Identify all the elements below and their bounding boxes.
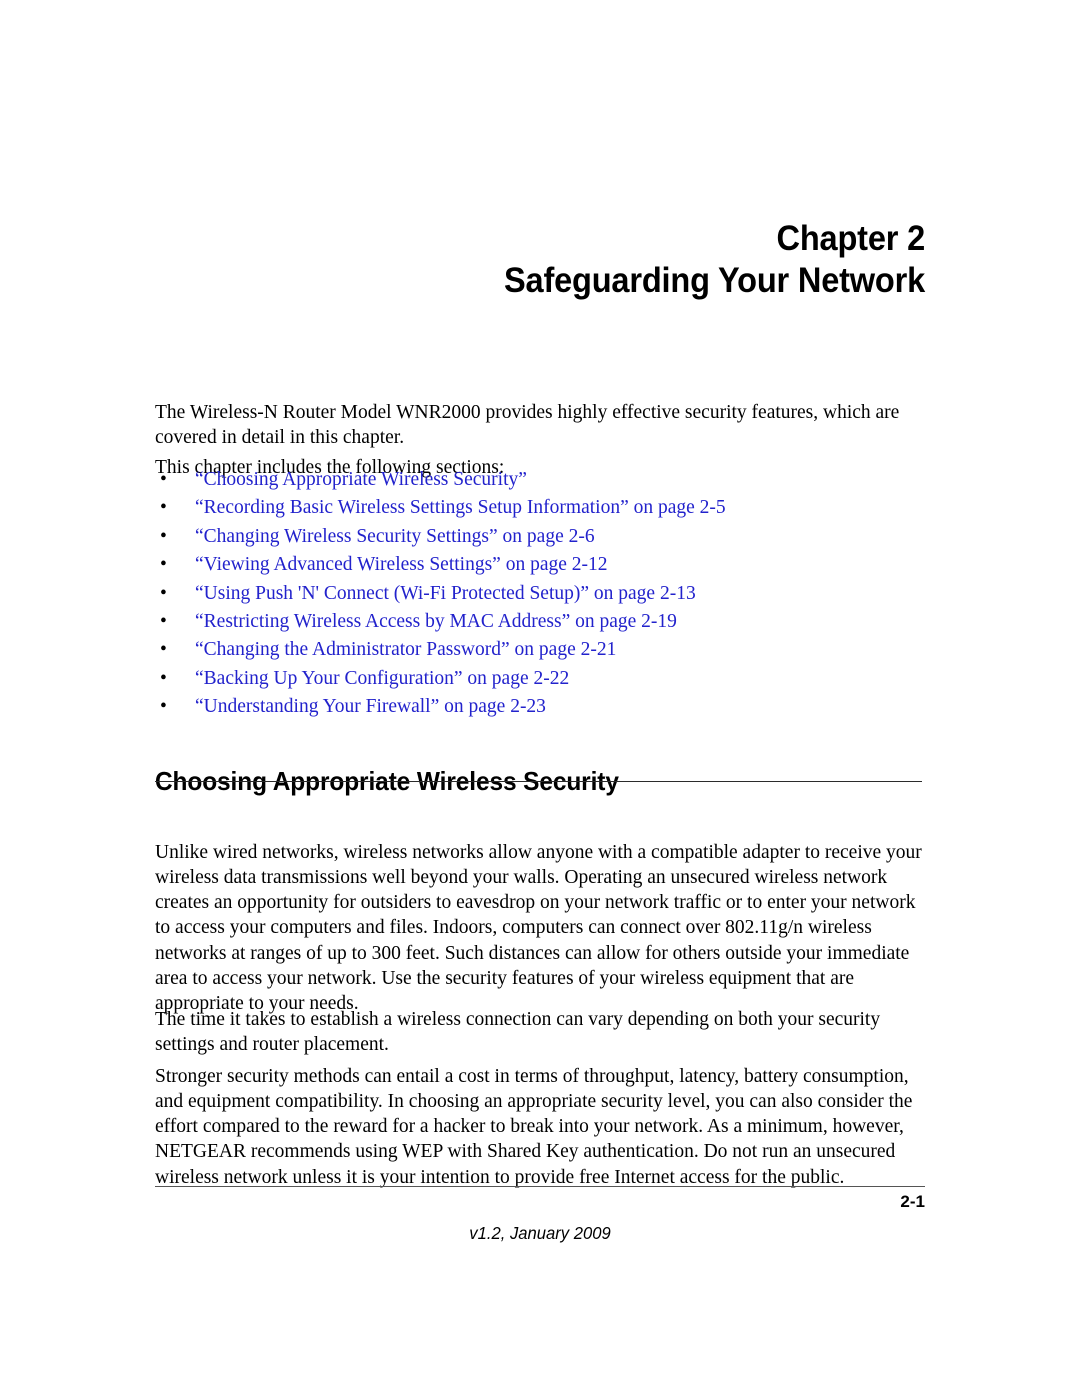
section-link-list: • “Choosing Appropriate Wireless Securit… — [155, 466, 945, 722]
section-paragraph-2: The time it takes to establish a wireles… — [155, 1008, 881, 1055]
intro-paragraph-1: The Wireless-N Router Model WNR2000 prov… — [155, 401, 900, 448]
list-item[interactable]: • “Choosing Appropriate Wireless Securit… — [155, 466, 945, 494]
bullet-icon: • — [160, 525, 167, 547]
section-paragraph-1: Unlike wired networks, wireless networks… — [155, 841, 922, 1015]
section-link[interactable]: “Choosing Appropriate Wireless Security” — [195, 469, 527, 490]
bullet-icon: • — [160, 497, 167, 519]
document-page: Chapter 2 Safeguarding Your Network The … — [0, 0, 1080, 1397]
section-link[interactable]: “Understanding Your Firewall” on page 2-… — [195, 696, 546, 717]
bullet-icon: • — [160, 639, 167, 661]
list-item[interactable]: • “Viewing Advanced Wireless Settings” o… — [155, 551, 945, 579]
heading-divider — [155, 781, 922, 783]
bullet-icon: • — [160, 582, 167, 604]
list-item[interactable]: • “Using Push 'N' Connect (Wi-Fi Protect… — [155, 580, 945, 608]
section-link[interactable]: “Changing Wireless Security Settings” on… — [195, 526, 595, 547]
section-link[interactable]: “Recording Basic Wireless Settings Setup… — [195, 497, 726, 518]
bullet-icon: • — [160, 696, 167, 718]
section-link[interactable]: “Viewing Advanced Wireless Settings” on … — [195, 554, 608, 575]
document-version: v1.2, January 2009 — [469, 1223, 611, 1243]
list-item[interactable]: • “Backing Up Your Configuration” on pag… — [155, 665, 945, 693]
section-link[interactable]: “Restricting Wireless Access by MAC Addr… — [195, 611, 677, 632]
chapter-title-text: Safeguarding Your Network — [504, 261, 925, 300]
list-item[interactable]: • “Changing the Administrator Password” … — [155, 636, 945, 664]
footer-divider — [155, 1186, 925, 1188]
chapter-label: Chapter 2 — [776, 219, 926, 258]
section-paragraph-3: Stronger security methods can entail a c… — [155, 1065, 913, 1188]
bullet-icon: • — [160, 667, 167, 689]
list-item[interactable]: • “Restricting Wireless Access by MAC Ad… — [155, 608, 945, 636]
list-item[interactable]: • “Understanding Your Firewall” on page … — [155, 693, 945, 721]
bullet-icon: • — [160, 469, 167, 490]
section-link[interactable]: “Changing the Administrator Password” on… — [195, 639, 616, 660]
chapter-title: Chapter 2 Safeguarding Your Network — [209, 218, 925, 302]
section-link[interactable]: “Using Push 'N' Connect (Wi-Fi Protected… — [195, 583, 696, 604]
bullet-icon: • — [160, 554, 167, 576]
list-item[interactable]: • “Changing Wireless Security Settings” … — [155, 523, 945, 551]
bullet-icon: • — [160, 611, 167, 633]
page-number: 2-1 — [900, 1192, 925, 1211]
section-link[interactable]: “Backing Up Your Configuration” on page … — [195, 668, 569, 689]
list-item[interactable]: • “Recording Basic Wireless Settings Set… — [155, 494, 945, 522]
